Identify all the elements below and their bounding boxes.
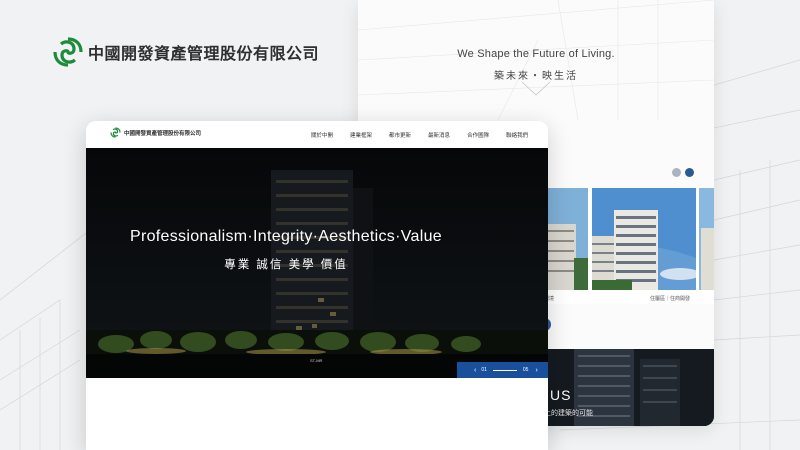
project-card-image[interactable] [544, 188, 588, 290]
pager-prev-button[interactable]: ‹ [474, 367, 476, 374]
pager-current: 01 [481, 367, 487, 373]
about-subtitle: 上的建築的可能 [544, 410, 593, 417]
pager-progress-line [492, 369, 517, 371]
hero-title-zh: 專業 誠信 美學 價值 [224, 259, 348, 271]
cdam-logo-icon [53, 37, 83, 67]
carousel-next-button[interactable] [685, 168, 694, 177]
nav-link-about[interactable]: 關於中開 [311, 131, 333, 139]
pager-total: 05 [522, 367, 529, 373]
content-area [86, 378, 548, 450]
cdam-logo-icon [110, 127, 121, 138]
project-card-image[interactable] [592, 188, 696, 290]
slogan-zh: 築未來・映生活 [494, 71, 578, 82]
nav-link-urban-renewal[interactable]: 都市更新 [389, 131, 411, 139]
slogan-en: We Shape the Future of Living. [457, 48, 615, 60]
hero-title-en: Professionalism·Integrity·Aesthetics·Val… [130, 228, 442, 245]
carousel-controls [672, 168, 694, 177]
nav-logo[interactable]: 中國開發資產管理股份有限公司 [110, 127, 201, 138]
about-title: US [550, 387, 572, 403]
nav-link-partners[interactable]: 合作圖隊 [467, 131, 489, 139]
nav-link-business[interactable]: 建業框架 [350, 131, 372, 139]
nav-link-contact[interactable]: 聯絡我們 [506, 131, 528, 139]
nav-links: 關於中開 建業框架 都市更新 最新消息 合作圖隊 聯絡我們 [311, 131, 528, 139]
hero-badge: ST-MR [310, 358, 323, 363]
pager-next-button[interactable]: › [535, 367, 537, 374]
hero-pager: ‹ 01 05 › [457, 362, 548, 378]
top-navigation: 中國開發資產管理股份有限公司 關於中開 建業框架 都市更新 最新消息 合作圖隊 … [86, 121, 548, 148]
hero-banner: Professionalism·Integrity·Aesthetics·Val… [86, 148, 548, 378]
carousel-prev-button[interactable] [672, 168, 681, 177]
brand-logo[interactable]: 中國開發資產管理股份有限公司 [52, 36, 319, 68]
nav-brand-name: 中國開發資產管理股份有限公司 [124, 130, 202, 137]
project-caption: 住屬區｜住商開發 [650, 296, 691, 302]
nav-link-news[interactable]: 最新消息 [428, 131, 450, 139]
project-card-image[interactable] [699, 188, 714, 290]
brand-name: 中國開發資產管理股份有限公司 [88, 44, 320, 63]
homepage-preview: 中國開發資產管理股份有限公司 關於中開 建業框架 都市更新 最新消息 合作圖隊 … [86, 121, 548, 450]
